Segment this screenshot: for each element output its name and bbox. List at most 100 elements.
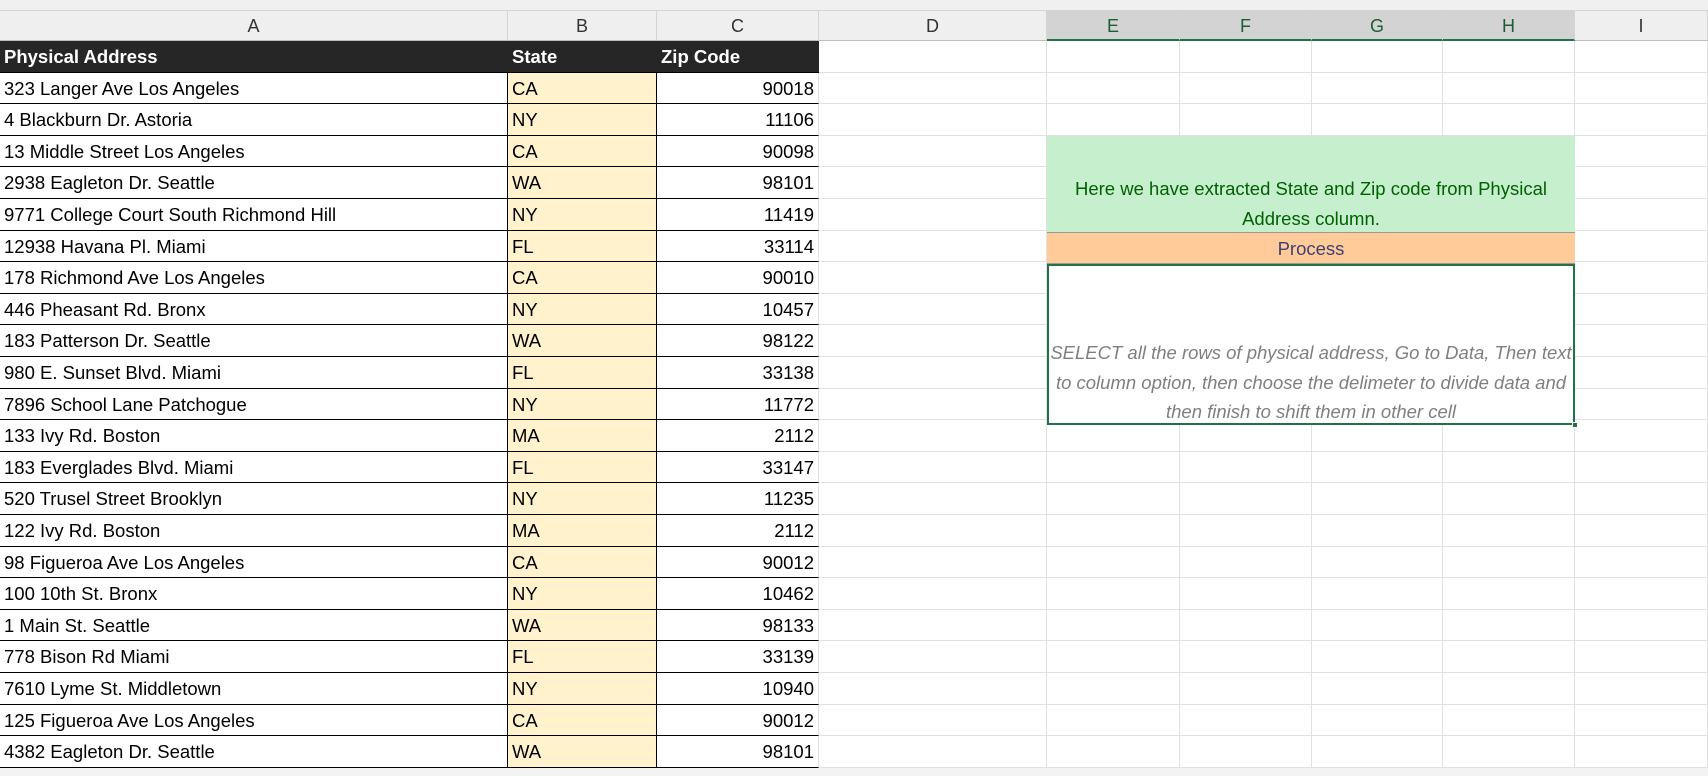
state-cell[interactable]: WA: [508, 325, 657, 357]
empty-cell[interactable]: [1575, 578, 1708, 610]
column-header-a[interactable]: A: [0, 11, 508, 41]
empty-cell[interactable]: [1575, 546, 1708, 579]
address-cell[interactable]: 183 Patterson Dr. Seattle: [0, 325, 508, 357]
empty-cell[interactable]: [1047, 41, 1180, 73]
empty-cell[interactable]: [1312, 72, 1443, 105]
empty-cell[interactable]: [819, 451, 1047, 484]
state-cell[interactable]: NY: [508, 293, 657, 326]
header-cell[interactable]: Zip Code: [657, 41, 819, 73]
zip-cell[interactable]: 98101: [657, 167, 819, 199]
address-cell[interactable]: 323 Langer Ave Los Angeles: [0, 72, 508, 105]
empty-cell[interactable]: [1575, 72, 1708, 105]
empty-cell[interactable]: [1443, 578, 1575, 610]
empty-cell[interactable]: [1180, 609, 1312, 642]
column-header-f[interactable]: F: [1180, 11, 1312, 41]
column-header-d[interactable]: D: [819, 11, 1047, 41]
empty-cell[interactable]: [1575, 704, 1708, 737]
zip-cell[interactable]: 98101: [657, 736, 819, 768]
zip-cell[interactable]: 33114: [657, 230, 819, 263]
empty-cell[interactable]: [1312, 104, 1443, 136]
empty-cell[interactable]: [1575, 388, 1708, 421]
empty-cell[interactable]: [819, 673, 1047, 705]
empty-cell[interactable]: [1575, 736, 1708, 768]
empty-cell[interactable]: [819, 262, 1047, 294]
empty-cell[interactable]: [1575, 41, 1708, 73]
address-cell[interactable]: 98 Figueroa Ave Los Angeles: [0, 546, 508, 579]
zip-cell[interactable]: 98133: [657, 609, 819, 642]
zip-cell[interactable]: 10457: [657, 293, 819, 326]
empty-cell[interactable]: [1180, 483, 1312, 515]
empty-cell[interactable]: [1180, 546, 1312, 579]
column-header-h[interactable]: H: [1443, 11, 1575, 41]
zip-cell[interactable]: 10940: [657, 673, 819, 705]
state-cell[interactable]: MA: [508, 515, 657, 547]
empty-cell[interactable]: [1180, 673, 1312, 705]
column-header-c[interactable]: C: [657, 11, 819, 41]
state-cell[interactable]: CA: [508, 72, 657, 105]
address-cell[interactable]: 7610 Lyme St. Middletown: [0, 673, 508, 705]
empty-cell[interactable]: [1575, 673, 1708, 705]
empty-cell[interactable]: [1443, 609, 1575, 642]
empty-cell[interactable]: [1047, 641, 1180, 673]
header-cell[interactable]: Physical Address: [0, 41, 508, 73]
empty-cell[interactable]: [1575, 483, 1708, 515]
state-cell[interactable]: WA: [508, 609, 657, 642]
state-cell[interactable]: WA: [508, 167, 657, 199]
empty-cell[interactable]: [1180, 641, 1312, 673]
empty-cell[interactable]: [819, 230, 1047, 263]
address-cell[interactable]: 178 Richmond Ave Los Angeles: [0, 262, 508, 294]
empty-cell[interactable]: [1575, 293, 1708, 326]
empty-cell[interactable]: [1575, 104, 1708, 136]
empty-cell[interactable]: [819, 199, 1047, 231]
empty-cell[interactable]: [819, 325, 1047, 357]
state-cell[interactable]: CA: [508, 704, 657, 737]
empty-cell[interactable]: [1312, 609, 1443, 642]
zip-cell[interactable]: 11772: [657, 388, 819, 421]
empty-cell[interactable]: [1443, 483, 1575, 515]
process-label-cell[interactable]: Process: [1047, 232, 1575, 264]
empty-cell[interactable]: [1575, 641, 1708, 673]
empty-cell[interactable]: [1047, 451, 1180, 484]
address-cell[interactable]: 4382 Eagleton Dr. Seattle: [0, 736, 508, 768]
address-cell[interactable]: 1 Main St. Seattle: [0, 609, 508, 642]
empty-cell[interactable]: [1443, 736, 1575, 768]
zip-cell[interactable]: 33139: [657, 641, 819, 673]
zip-cell[interactable]: 90098: [657, 135, 819, 168]
column-header-i[interactable]: I: [1575, 11, 1708, 41]
empty-cell[interactable]: [819, 736, 1047, 768]
empty-cell[interactable]: [1312, 483, 1443, 515]
empty-cell[interactable]: [1443, 104, 1575, 136]
empty-cell[interactable]: [1575, 167, 1708, 199]
empty-cell[interactable]: [1443, 515, 1575, 547]
state-cell[interactable]: CA: [508, 262, 657, 294]
address-cell[interactable]: 183 Everglades Blvd. Miami: [0, 451, 508, 484]
empty-cell[interactable]: [1180, 72, 1312, 105]
empty-cell[interactable]: [819, 578, 1047, 610]
empty-cell[interactable]: [1443, 546, 1575, 579]
empty-cell[interactable]: [1575, 230, 1708, 263]
zip-cell[interactable]: 10462: [657, 578, 819, 610]
zip-cell[interactable]: 33138: [657, 357, 819, 389]
address-cell[interactable]: 4 Blackburn Dr. Astoria: [0, 104, 508, 136]
empty-cell[interactable]: [819, 609, 1047, 642]
empty-cell[interactable]: [1180, 41, 1312, 73]
empty-cell[interactable]: [1047, 515, 1180, 547]
empty-cell[interactable]: [1180, 578, 1312, 610]
state-cell[interactable]: NY: [508, 578, 657, 610]
address-cell[interactable]: 446 Pheasant Rd. Bronx: [0, 293, 508, 326]
state-cell[interactable]: NY: [508, 388, 657, 421]
address-cell[interactable]: 100 10th St. Bronx: [0, 578, 508, 610]
address-cell[interactable]: 778 Bison Rd Miami: [0, 641, 508, 673]
empty-cell[interactable]: [1312, 451, 1443, 484]
state-cell[interactable]: FL: [508, 641, 657, 673]
address-cell[interactable]: 13 Middle Street Los Angeles: [0, 135, 508, 168]
empty-cell[interactable]: [1047, 578, 1180, 610]
empty-cell[interactable]: [819, 704, 1047, 737]
empty-cell[interactable]: [1047, 104, 1180, 136]
empty-cell[interactable]: [1047, 483, 1180, 515]
state-cell[interactable]: NY: [508, 199, 657, 231]
empty-cell[interactable]: [1047, 673, 1180, 705]
column-header-b[interactable]: B: [508, 11, 657, 41]
address-cell[interactable]: 133 Ivy Rd. Boston: [0, 420, 508, 452]
empty-cell[interactable]: [819, 293, 1047, 326]
